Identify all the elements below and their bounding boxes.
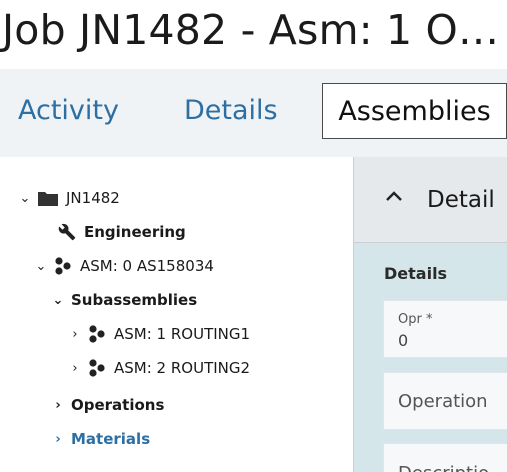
assembly-icon (88, 325, 106, 343)
chevron-up-icon[interactable] (384, 187, 404, 211)
assembly-icon (88, 359, 106, 377)
operation-placeholder: Operation (398, 391, 488, 412)
tree-node-label: ASM: 2 ROUTING2 (114, 359, 251, 377)
tree-node-engineering[interactable]: Engineering (58, 218, 186, 246)
tree-node-label: JN1482 (66, 189, 120, 207)
tab-assemblies[interactable]: Assemblies (322, 83, 507, 139)
operation-field[interactable]: Operation (383, 372, 507, 430)
tree-node-label: Operations (71, 396, 165, 414)
assembly-tree: ⌄ JN1482 Engineering ⌄ ASM: 0 AS158034 ⌄… (0, 157, 353, 472)
detail-panel: Detail Details Opr * 0 Operation Descrip… (353, 157, 507, 472)
detail-header[interactable]: Detail (354, 157, 507, 243)
tree-node-label: Subassemblies (71, 291, 198, 309)
chevron-down-icon[interactable]: ⌄ (34, 259, 48, 274)
tree-node-label: Engineering (84, 223, 186, 241)
tab-activity[interactable]: Activity (18, 83, 119, 139)
detail-title: Detail (427, 187, 495, 213)
tab-bar: Activity Details Assemblies (0, 69, 507, 157)
tree-node-label: Materials (71, 430, 151, 448)
chevron-down-icon[interactable]: ⌄ (51, 293, 65, 308)
description-placeholder: Descriptio (398, 463, 489, 472)
chevron-right-icon[interactable]: › (51, 432, 65, 447)
tree-node-label: ASM: 0 AS158034 (80, 257, 214, 275)
tree-node-asm-1[interactable]: › ASM: 1 ROUTING1 (68, 320, 250, 348)
tab-details[interactable]: Details (184, 83, 278, 139)
chevron-right-icon[interactable]: › (68, 361, 82, 376)
tree-node-label: ASM: 1 ROUTING1 (114, 325, 251, 343)
folder-icon (38, 190, 58, 206)
tree-node-job[interactable]: ⌄ JN1482 (18, 184, 120, 212)
opr-label: Opr * (398, 312, 433, 327)
opr-value: 0 (398, 331, 409, 350)
chevron-right-icon[interactable]: › (51, 398, 65, 413)
section-label-details: Details (384, 264, 448, 283)
chevron-right-icon[interactable]: › (68, 327, 82, 342)
tree-node-subassemblies[interactable]: ⌄ Subassemblies (51, 286, 198, 314)
assembly-icon (54, 257, 72, 275)
wrench-icon (58, 223, 76, 241)
tree-node-asm-2[interactable]: › ASM: 2 ROUTING2 (68, 354, 250, 382)
opr-field[interactable]: Opr * 0 (383, 300, 507, 358)
tree-node-materials[interactable]: › Materials (51, 425, 150, 453)
description-field[interactable]: Descriptio (383, 443, 507, 472)
page-title: Job JN1482 - Asm: 1 O… (2, 6, 500, 54)
chevron-down-icon[interactable]: ⌄ (18, 191, 32, 206)
tree-node-operations[interactable]: › Operations (51, 391, 164, 419)
tree-node-asm-0[interactable]: ⌄ ASM: 0 AS158034 (34, 252, 214, 280)
